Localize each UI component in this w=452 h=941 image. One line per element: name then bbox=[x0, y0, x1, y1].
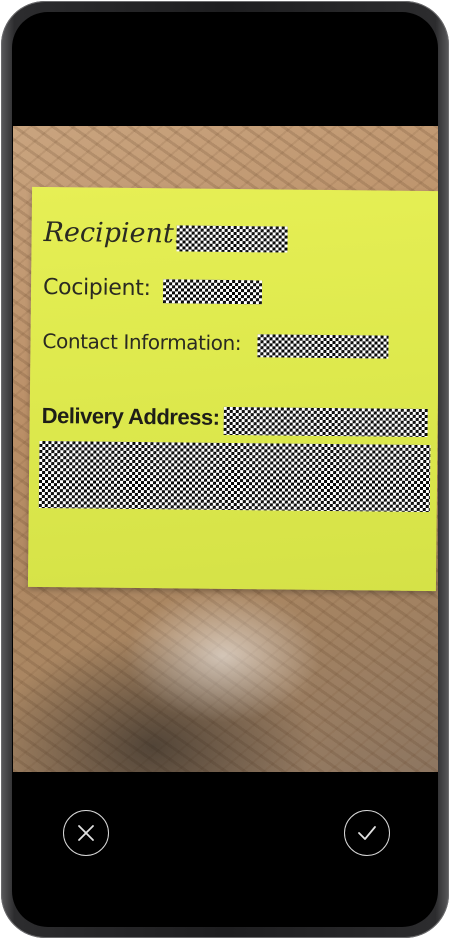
delivery-address-label: Delivery Address: bbox=[41, 402, 220, 430]
confirm-button[interactable] bbox=[344, 810, 390, 856]
cocipient-label: Cocipient: bbox=[42, 274, 151, 302]
sticky-note: Recipient: Cocipient: Contact Informatio… bbox=[27, 186, 438, 592]
recipient-label: Recipient: bbox=[43, 216, 184, 250]
capture-controls bbox=[12, 772, 438, 927]
camera-screen: Recipient: Cocipient: Contact Informatio… bbox=[12, 12, 438, 927]
cocipient-redaction bbox=[162, 279, 263, 305]
close-icon bbox=[78, 825, 94, 841]
checkmark-icon bbox=[358, 826, 376, 840]
delivery-address-redaction-block bbox=[38, 440, 431, 513]
captured-photo: Recipient: Cocipient: Contact Informatio… bbox=[13, 126, 438, 772]
delivery-address-redaction-line bbox=[223, 406, 428, 438]
phone-frame: Recipient: Cocipient: Contact Informatio… bbox=[0, 0, 452, 941]
contact-information-label: Contact Information: bbox=[42, 328, 242, 356]
recipient-redaction bbox=[176, 225, 288, 253]
cancel-button[interactable] bbox=[63, 810, 109, 856]
contact-information-redaction bbox=[257, 334, 389, 359]
